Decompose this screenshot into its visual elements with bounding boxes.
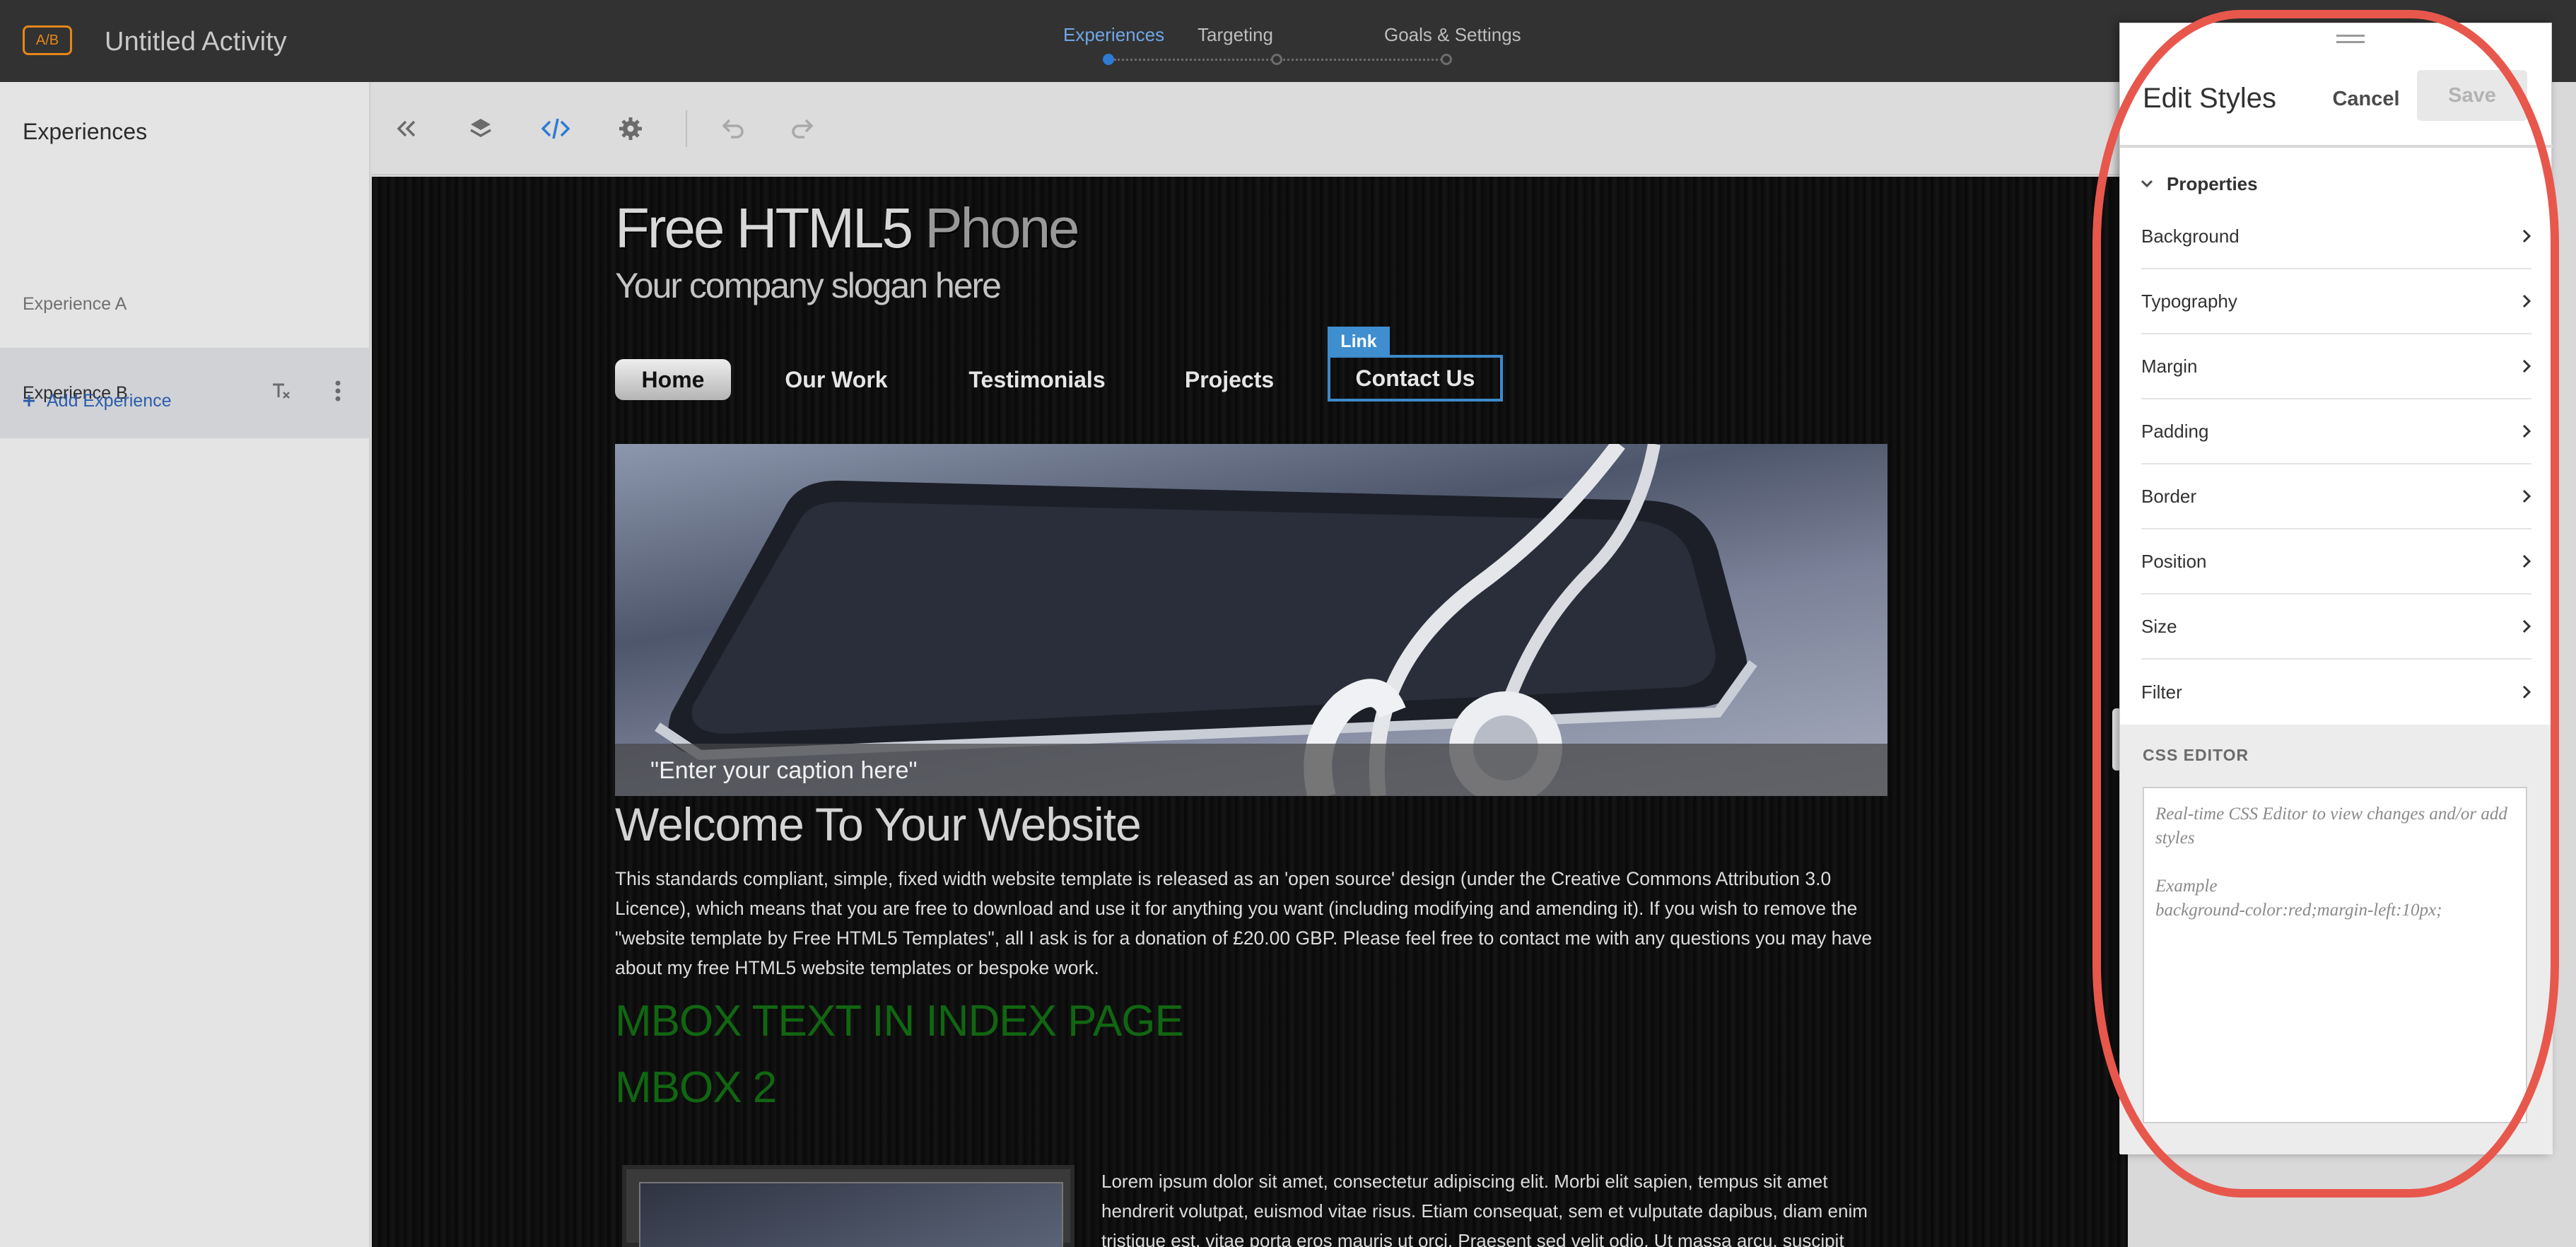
selected-element-tag: Link	[1328, 327, 1390, 356]
gear-icon[interactable]	[616, 115, 645, 143]
activity-title[interactable]: Untitled Activity	[105, 24, 287, 59]
more-options-icon[interactable]	[334, 379, 342, 403]
css-editor-placeholder: Real-time CSS Editor to view changes and…	[2155, 802, 2509, 923]
property-label: Size	[2141, 616, 2177, 637]
chevron-right-icon	[2522, 619, 2531, 634]
property-label: Background	[2141, 226, 2240, 247]
experiences-panel-title: Experiences	[23, 119, 148, 144]
property-label: Border	[2141, 486, 2197, 507]
welcome-paragraph[interactable]: This standards compliant, simple, fixed …	[615, 864, 1887, 983]
chevron-right-icon	[2522, 684, 2531, 700]
experience-item-a[interactable]: Experience A	[0, 259, 370, 349]
step-goals-settings[interactable]: Goals & Settings	[1384, 23, 1521, 47]
add-experience-label: Add Experience	[47, 391, 172, 411]
code-icon[interactable]	[541, 115, 570, 143]
chevron-right-icon	[2522, 293, 2531, 309]
redo-icon[interactable]	[789, 115, 817, 143]
lorem-paragraph[interactable]: Lorem ipsum dolor sit amet, consectetur …	[1101, 1166, 1879, 1247]
site-title-main: Free HTML5	[615, 197, 925, 259]
experience-label: Experience A	[23, 294, 127, 314]
property-position[interactable]: Position	[2141, 529, 2531, 595]
panel-drag-handle-icon[interactable]	[2336, 35, 2365, 43]
step-dot-targeting	[1271, 54, 1282, 65]
step-dot-experiences	[1103, 54, 1114, 65]
hero-image[interactable]: "Enter your caption here"	[615, 444, 1887, 796]
property-size[interactable]: Size	[2141, 595, 2531, 660]
editor-toolbar	[372, 82, 2128, 175]
thumbnail-image[interactable]	[622, 1165, 1075, 1247]
chevron-right-icon	[2522, 554, 2531, 569]
chevron-down-icon	[2140, 179, 2154, 189]
properties-section-label: Properties	[2167, 173, 2258, 194]
chevron-right-icon	[2522, 228, 2531, 244]
step-dot-goals	[1441, 54, 1452, 65]
mbox-heading-1[interactable]: MBOX TEXT IN INDEX PAGE	[615, 995, 1184, 1048]
chevron-right-icon	[2522, 488, 2531, 504]
property-label: Margin	[2141, 356, 2198, 377]
undo-icon[interactable]	[718, 115, 747, 143]
property-label: Typography	[2141, 291, 2237, 312]
thumbnail-photo	[639, 1182, 1063, 1247]
toolbar-divider	[686, 110, 687, 147]
properties-section-toggle[interactable]: Properties	[2140, 172, 2258, 196]
experiences-panel: Experiences Experience A Experience B Ad…	[0, 82, 370, 1247]
mbox-heading-2[interactable]: MBOX 2	[615, 1062, 777, 1114]
add-experience-button[interactable]: Add Experience	[23, 389, 172, 413]
nav-our-work[interactable]: Our Work	[769, 359, 903, 400]
property-border[interactable]: Border	[2141, 464, 2531, 529]
chevron-right-icon	[2522, 358, 2531, 374]
css-placeholder-line: background-color:red;margin-left:10px;	[2155, 901, 2442, 920]
property-label: Filter	[2141, 681, 2182, 703]
property-label: Position	[2141, 551, 2207, 572]
property-label: Padding	[2141, 421, 2209, 442]
clear-format-icon[interactable]	[270, 380, 291, 402]
save-button[interactable]: Save	[2417, 70, 2527, 121]
site-title[interactable]: Free HTML5 Phone	[615, 197, 1080, 260]
hero-caption[interactable]: "Enter your caption here"	[650, 756, 918, 785]
edit-styles-panel: Edit Styles Cancel Save Properties Backg…	[2119, 23, 2553, 1154]
property-padding[interactable]: Padding	[2141, 399, 2531, 464]
property-filter[interactable]: Filter	[2141, 660, 2531, 725]
css-editor-textarea[interactable]: Real-time CSS Editor to view changes and…	[2143, 787, 2527, 1123]
nav-home[interactable]: Home	[615, 359, 731, 400]
site-slogan[interactable]: Your company slogan here	[615, 264, 1002, 307]
cancel-button[interactable]: Cancel	[2324, 80, 2408, 118]
css-editor-section: CSS EDITOR Real-time CSS Editor to view …	[2120, 725, 2553, 1154]
css-placeholder-line: Real-time CSS Editor to view changes and…	[2155, 804, 2507, 848]
site-title-accent: Phone	[925, 197, 1079, 259]
welcome-heading[interactable]: Welcome To Your Website	[615, 796, 1142, 853]
nav-testimonials[interactable]: Testimonials	[956, 359, 1118, 400]
panel-divider	[2120, 145, 2553, 148]
css-placeholder-line: Example	[2155, 877, 2218, 896]
edit-styles-title: Edit Styles	[2143, 83, 2276, 114]
property-typography[interactable]: Typography	[2141, 269, 2531, 334]
step-experiences[interactable]: Experiences	[1063, 23, 1164, 47]
plus-icon	[23, 394, 35, 407]
collapse-left-icon[interactable]	[392, 115, 420, 143]
step-targeting[interactable]: Targeting	[1198, 23, 1273, 47]
layers-icon[interactable]	[467, 115, 495, 143]
property-background[interactable]: Background	[2141, 204, 2531, 269]
property-margin[interactable]: Margin	[2141, 334, 2531, 399]
chevron-right-icon	[2522, 423, 2531, 439]
nav-contact-us-selected[interactable]: Contact Us	[1328, 355, 1503, 402]
nav-projects[interactable]: Projects	[1165, 359, 1294, 400]
css-editor-label: CSS EDITOR	[2143, 746, 2249, 764]
ab-activity-badge: A/B	[23, 25, 72, 55]
